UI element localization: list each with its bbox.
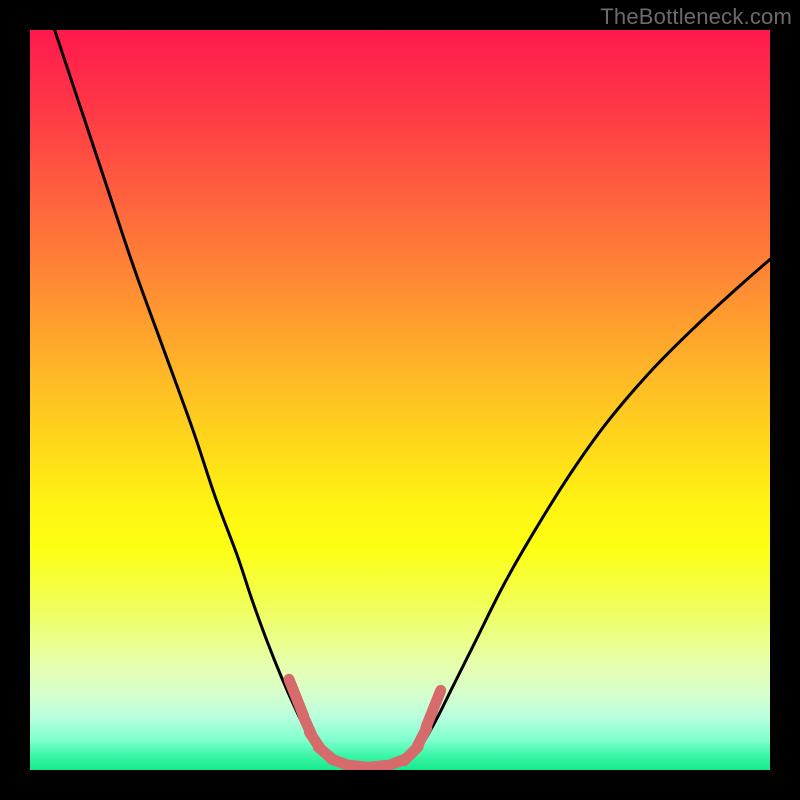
watermark-text: TheBottleneck.com	[600, 4, 792, 30]
marker-dash	[433, 690, 440, 709]
curve-layer	[30, 30, 770, 770]
chart-frame: TheBottleneck.com	[0, 0, 800, 800]
marker-group	[289, 679, 441, 767]
curve-group	[52, 30, 770, 769]
plot-area	[30, 30, 770, 770]
left-curve-path	[52, 30, 418, 769]
right-curve-path	[407, 259, 770, 761]
